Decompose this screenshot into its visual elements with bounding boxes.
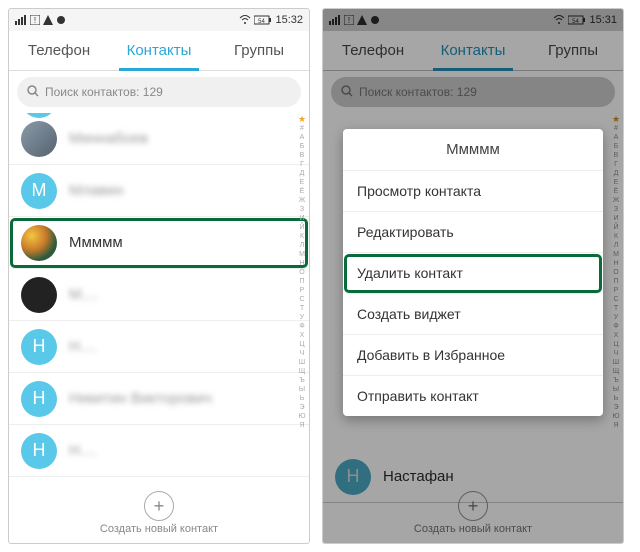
modal-overlay[interactable]: Ммммм Просмотр контактаРедактироватьУдал… [323,9,623,543]
list-item[interactable]: Ммммм [9,217,309,269]
index-letter[interactable]: И [297,214,307,223]
index-letter[interactable]: Щ [297,367,307,376]
contact-list[interactable]: MМ....МиннабоевMМлавинМммммМ....НН....НН… [9,113,309,543]
status-left: ! [15,15,66,25]
index-letter[interactable]: Г [297,160,307,169]
avatar [21,121,57,157]
contact-name: М.... [69,286,98,303]
index-letter[interactable]: П [297,277,307,286]
contact-name: Н.... [69,338,97,355]
phone-right: ! 54 15:31 Телефон Контакты Группы Поиск… [322,8,624,544]
index-letter[interactable]: Л [297,241,307,250]
index-letter[interactable]: Т [297,304,307,313]
index-letter[interactable]: # [297,124,307,133]
search-input[interactable]: Поиск контактов: 129 [17,77,301,107]
contact-name: Ммммм [69,234,123,251]
avatar: Н [21,329,57,365]
phone-left: ! 54 15:32 Телефон Контакты Группы Поиск… [8,8,310,544]
avatar [21,225,57,261]
index-scroller[interactable]: ★#АБВГДЕЁЖЗИЙКЛМНОПРСТУФХЦЧШЩЪЫЬЭЮЯ [297,113,307,543]
index-letter[interactable]: Э [297,403,307,412]
menu-title: Ммммм [343,129,603,171]
menu-item[interactable]: Добавить в Избранное [343,335,603,376]
tab-phone[interactable]: Телефон [9,31,109,70]
index-letter[interactable]: Н [297,259,307,268]
index-letter[interactable]: С [297,295,307,304]
battery-icon: 54 [254,15,272,25]
search-icon [27,85,39,100]
warning-icon [43,15,53,25]
menu-item[interactable]: Удалить контакт [343,253,603,294]
svg-text:!: ! [34,16,36,25]
menu-item[interactable]: Редактировать [343,212,603,253]
avatar [21,277,57,313]
list-item[interactable]: Н Н.... [9,425,309,477]
create-contact-fab[interactable]: + Создать новый контакт [9,491,309,535]
list-item[interactable]: Н Никитин Викторович [9,373,309,425]
contact-name: Миннабоев [69,130,148,147]
tab-bar: Телефон Контакты Группы [9,31,309,71]
index-letter[interactable]: У [297,313,307,322]
index-letter[interactable]: А [297,133,307,142]
index-letter[interactable]: Ы [297,385,307,394]
index-letter[interactable]: Е [297,178,307,187]
index-letter[interactable]: Ю [297,412,307,421]
index-letter[interactable]: Ж [297,196,307,205]
search-placeholder: Поиск контактов: 129 [45,85,163,99]
index-letter[interactable]: Д [297,169,307,178]
index-letter[interactable]: К [297,232,307,241]
list-item[interactable]: Н Н.... [9,321,309,373]
index-letter[interactable]: Ш [297,358,307,367]
contact-name: Н.... [69,442,97,459]
index-letter[interactable]: Ъ [297,376,307,385]
menu-item[interactable]: Просмотр контакта [343,171,603,212]
status-right: 54 15:32 [239,14,303,26]
index-letter[interactable]: Ь [297,394,307,403]
list-item[interactable]: Миннабоев [9,113,309,165]
avatar: Н [21,433,57,469]
index-letter[interactable]: Ё [297,187,307,196]
fab-label: Создать новый контакт [9,523,309,535]
svg-text:54: 54 [259,19,266,25]
list-item[interactable]: M Млавин [9,165,309,217]
index-letter[interactable]: Б [297,142,307,151]
plus-icon: + [144,491,174,521]
tab-contacts[interactable]: Контакты [109,31,209,70]
index-letter[interactable]: ★ [297,115,307,124]
index-letter[interactable]: Ц [297,340,307,349]
menu-item[interactable]: Отправить контакт [343,376,603,416]
context-menu: Ммммм Просмотр контактаРедактироватьУдал… [343,129,603,416]
sync-icon [56,15,66,25]
tab-groups[interactable]: Группы [209,31,309,70]
index-letter[interactable]: О [297,268,307,277]
contact-name: Млавин [69,182,123,199]
index-letter[interactable]: З [297,205,307,214]
index-letter[interactable]: Х [297,331,307,340]
index-letter[interactable]: Ч [297,349,307,358]
status-bar: ! 54 15:32 [9,9,309,31]
index-letter[interactable]: Я [297,421,307,430]
wifi-icon [239,15,251,25]
menu-item[interactable]: Создать виджет [343,294,603,335]
avatar: M [21,173,57,209]
avatar: Н [21,381,57,417]
index-letter[interactable]: В [297,151,307,160]
clock: 15:32 [275,14,303,26]
signal-icon [15,15,27,25]
index-letter[interactable]: Й [297,223,307,232]
alert-icon: ! [30,15,40,25]
index-letter[interactable]: М [297,250,307,259]
index-letter[interactable]: Ф [297,322,307,331]
index-letter[interactable]: Р [297,286,307,295]
list-item[interactable]: М.... [9,269,309,321]
contact-name: Никитин Викторович [69,390,212,407]
